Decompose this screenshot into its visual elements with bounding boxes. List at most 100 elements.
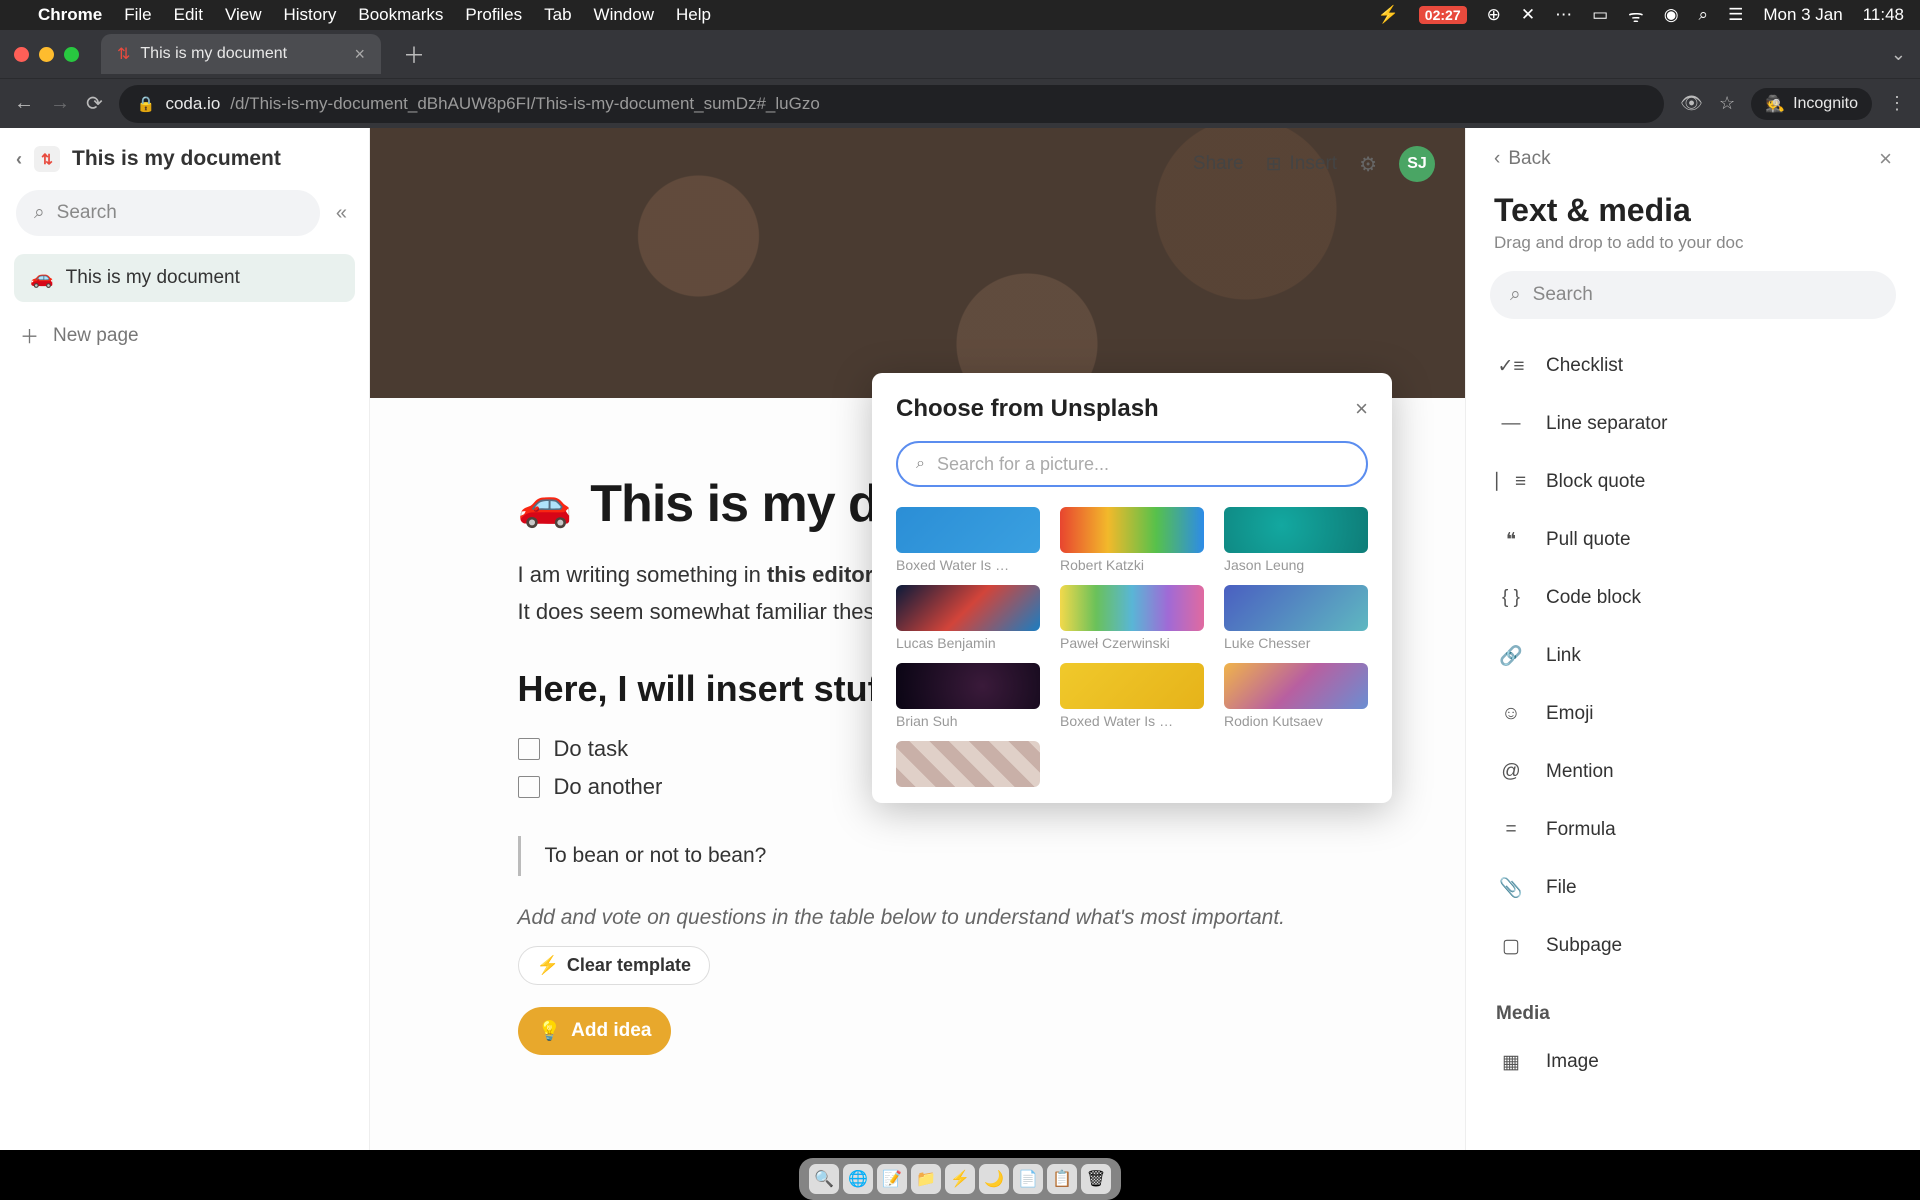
unsplash-thumb[interactable]: Lucas Benjamin [896, 585, 1040, 651]
insert-button[interactable]: ⊞ Insert [1266, 153, 1337, 176]
dock-app-icon[interactable]: 📄 [1013, 1164, 1043, 1194]
insert-item[interactable]: ❝ Pull quote [1490, 511, 1896, 569]
eye-off-icon[interactable]: 👁 [1680, 93, 1703, 114]
avatar[interactable]: SJ [1399, 146, 1435, 182]
unsplash-thumb[interactable]: Brian Suh [896, 663, 1040, 729]
clear-template-button[interactable]: ⚡ Clear template [518, 946, 710, 985]
window-close-button[interactable] [14, 47, 29, 62]
status-icon-1[interactable]: ⊕ [1487, 5, 1501, 25]
kebab-menu-icon[interactable]: ⋮ [1888, 93, 1906, 114]
window-fullscreen-button[interactable] [64, 47, 79, 62]
menubar-date[interactable]: Mon 3 Jan [1763, 5, 1842, 25]
spotlight-icon[interactable]: ⌕ [1699, 5, 1709, 25]
doc-back-icon[interactable]: ‹ [16, 149, 22, 170]
insert-item[interactable]: — Line separator [1490, 395, 1896, 453]
insert-item-image[interactable]: ▦ Image [1490, 1033, 1896, 1091]
modal-search-input[interactable] [937, 454, 1348, 475]
window-minimize-button[interactable] [39, 47, 54, 62]
insert-item[interactable]: ▢ Subpage [1490, 917, 1896, 975]
doc-title-bar[interactable]: This is my document [72, 147, 281, 171]
dock-app-icon[interactable]: 🔍 [809, 1164, 839, 1194]
tabs-overflow-icon[interactable]: ⌄ [1891, 44, 1906, 65]
page-item-current[interactable]: 🚗 This is my document [14, 254, 355, 302]
new-tab-button[interactable]: ＋ [393, 32, 435, 76]
unsplash-thumb[interactable]: Robert Katzki [1060, 507, 1204, 573]
bookmark-star-icon[interactable]: ☆ [1719, 93, 1735, 114]
unsplash-thumb[interactable]: Luke Chesser [1224, 585, 1368, 651]
control-center-icon[interactable]: ☰ [1728, 5, 1743, 25]
dock-app-icon[interactable]: 🌙 [979, 1164, 1009, 1194]
menu-window[interactable]: Window [594, 5, 654, 25]
status-icon-2[interactable]: ✕ [1521, 5, 1535, 25]
unsplash-thumb[interactable] [896, 741, 1040, 791]
panel-close-icon[interactable]: × [1879, 146, 1892, 172]
insert-item[interactable]: 📎 File [1490, 859, 1896, 917]
share-button[interactable]: Share [1193, 153, 1244, 175]
nav-forward-button[interactable]: → [50, 92, 70, 115]
insert-item-icon: ▢ [1496, 931, 1526, 961]
menu-edit[interactable]: Edit [174, 5, 203, 25]
modal-search[interactable]: ⌕ [896, 441, 1368, 487]
insert-item[interactable]: @ Mention [1490, 743, 1896, 801]
address-bar[interactable]: 🔒 coda.io/d/This-is-my-document_dBhAUW8p… [119, 85, 1664, 123]
insert-item[interactable]: ⎸≡ Block quote [1490, 453, 1896, 511]
thumb-image [896, 663, 1040, 709]
chrome-tabstrip: ⇅ This is my document × ＋ ⌄ [0, 30, 1920, 78]
dock-app-icon[interactable]: 🗑 [1081, 1164, 1111, 1194]
panel-subtitle: Drag and drop to add to your doc [1494, 233, 1892, 253]
block-quote[interactable]: To bean or not to bean? [518, 836, 1318, 876]
sidebar-search[interactable]: ⌕ Search [16, 190, 320, 236]
menu-bookmarks[interactable]: Bookmarks [358, 5, 443, 25]
battery-time[interactable]: 02:27 [1419, 6, 1467, 24]
modal-close-icon[interactable]: × [1355, 396, 1368, 422]
tab-close-icon[interactable]: × [354, 44, 365, 65]
nav-back-button[interactable]: ← [14, 92, 34, 115]
battery-low-icon[interactable]: ⚡ [1378, 5, 1399, 25]
unsplash-thumb[interactable]: Boxed Water Is … [1060, 663, 1204, 729]
insert-item[interactable]: 🔗 Link [1490, 627, 1896, 685]
nav-reload-button[interactable]: ⟳ [86, 91, 103, 116]
sidebar-collapse-icon[interactable]: « [330, 196, 353, 231]
dock-app-icon[interactable]: 📝 [877, 1164, 907, 1194]
dock-app-icon[interactable]: 🌐 [843, 1164, 873, 1194]
doc-logo-icon[interactable]: ⇅ [34, 146, 60, 172]
checkbox-icon[interactable] [518, 776, 540, 798]
status-icon-4[interactable]: ◉ [1664, 5, 1679, 25]
dock-app-icon[interactable]: 📁 [911, 1164, 941, 1194]
panel-back-button[interactable]: ‹ Back [1494, 148, 1551, 170]
insert-item[interactable]: { } Code block [1490, 569, 1896, 627]
menu-view[interactable]: View [225, 5, 262, 25]
insert-item-icon: ⎸≡ [1496, 467, 1526, 497]
thumb-image [896, 585, 1040, 631]
search-icon: ⌕ [34, 202, 45, 224]
battery-icon[interactable]: ▭ [1592, 5, 1608, 25]
unsplash-thumb[interactable]: Boxed Water Is … [896, 507, 1040, 573]
unsplash-thumb[interactable]: Jason Leung [1224, 507, 1368, 573]
insert-item[interactable]: ☺ Emoji [1490, 685, 1896, 743]
insert-item[interactable]: ✓≡ Checklist [1490, 337, 1896, 395]
menu-tab[interactable]: Tab [544, 5, 571, 25]
insert-item-label: Subpage [1546, 935, 1622, 957]
menubar-time[interactable]: 11:48 [1863, 5, 1904, 25]
menu-history[interactable]: History [283, 5, 336, 25]
browser-tab[interactable]: ⇅ This is my document × [101, 34, 381, 74]
incognito-badge[interactable]: 🕵 Incognito [1751, 88, 1872, 120]
dock-app-icon[interactable]: ⚡ [945, 1164, 975, 1194]
status-icon-3[interactable]: ⋯ [1555, 5, 1572, 25]
new-page-button[interactable]: ＋ New page [0, 308, 369, 363]
menu-help[interactable]: Help [676, 5, 711, 25]
add-idea-button[interactable]: 💡 Add idea [518, 1007, 672, 1055]
dock-app-icon[interactable]: 📋 [1047, 1164, 1077, 1194]
wifi-icon[interactable]: ᯤ [1628, 4, 1644, 27]
title-emoji-icon[interactable]: 🚗 [518, 478, 573, 530]
checkbox-icon[interactable] [518, 738, 540, 760]
menu-file[interactable]: File [124, 5, 151, 25]
menubar-app-name[interactable]: Chrome [38, 5, 102, 25]
gear-icon[interactable]: ⚙ [1359, 152, 1377, 177]
incognito-icon: 🕵 [1765, 94, 1785, 114]
panel-search[interactable]: ⌕ Search [1490, 271, 1896, 319]
unsplash-thumb[interactable]: Rodion Kutsaev [1224, 663, 1368, 729]
insert-item[interactable]: = Formula [1490, 801, 1896, 859]
unsplash-thumb[interactable]: Paweł Czerwinski [1060, 585, 1204, 651]
menu-profiles[interactable]: Profiles [465, 5, 522, 25]
